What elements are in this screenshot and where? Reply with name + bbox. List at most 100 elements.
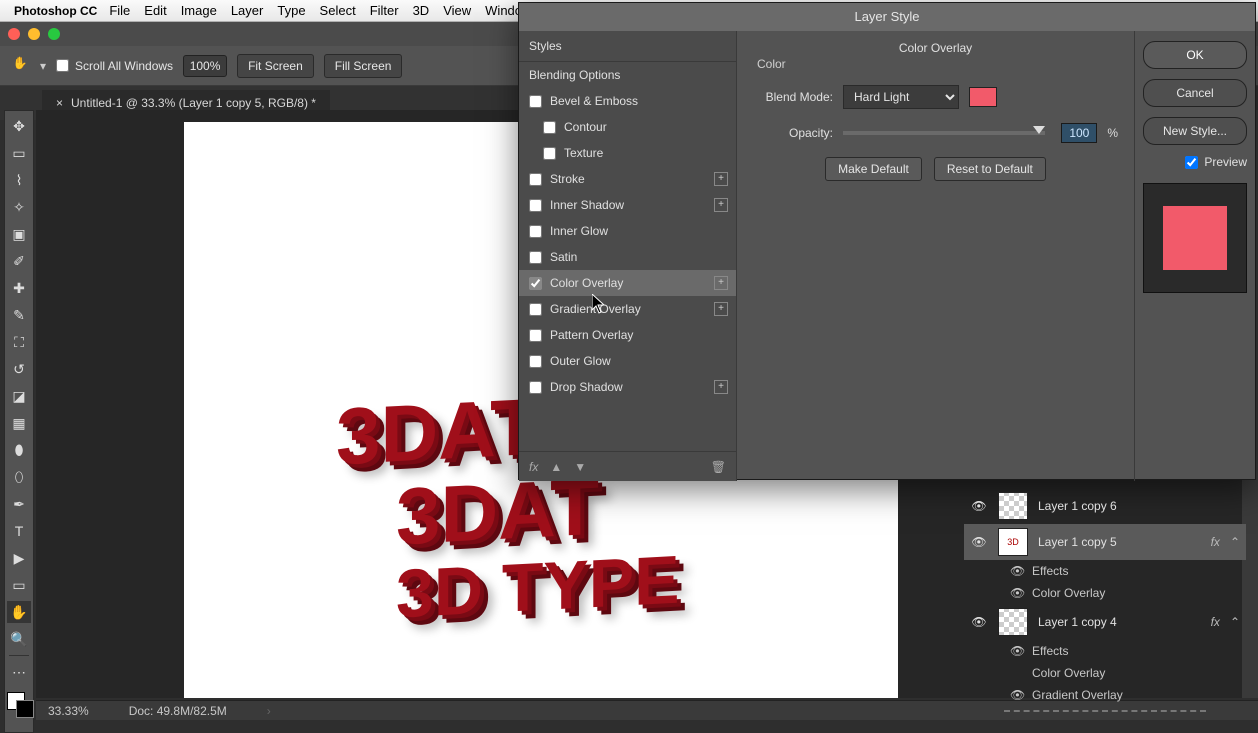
layer-effect-row[interactable]: 👁Color Overlay xyxy=(964,662,1246,684)
add-gradient-overlay-icon[interactable]: + xyxy=(714,302,728,316)
menu-layer[interactable]: Layer xyxy=(231,3,264,18)
menu-type[interactable]: Type xyxy=(277,3,305,18)
move-effect-up-icon[interactable]: ▲ xyxy=(550,460,562,474)
clone-stamp-tool-icon[interactable]: ⛶ xyxy=(7,331,31,353)
color-overlay-row[interactable]: Color Overlay+ xyxy=(519,270,736,296)
ok-button[interactable]: OK xyxy=(1143,41,1247,69)
styles-header[interactable]: Styles xyxy=(519,31,736,62)
visibility-icon[interactable]: 👁 xyxy=(1010,564,1024,578)
crop-tool-icon[interactable]: ▣ xyxy=(7,223,31,245)
texture-checkbox[interactable] xyxy=(543,147,556,160)
zoom-tool-icon[interactable]: 🔍 xyxy=(7,628,31,650)
menu-file[interactable]: File xyxy=(109,3,130,18)
gradient-tool-icon[interactable]: ▦ xyxy=(7,412,31,434)
hand-tool-icon[interactable]: ✋ xyxy=(7,601,31,623)
window-minimize-icon[interactable] xyxy=(28,28,40,40)
fill-screen-button[interactable]: Fill Screen xyxy=(324,54,403,78)
dodge-tool-icon[interactable]: ⬯ xyxy=(7,466,31,488)
layer-thumbnail[interactable] xyxy=(998,492,1028,520)
hand-tool-icon[interactable]: ✋ xyxy=(10,56,30,76)
healing-brush-tool-icon[interactable]: ✚ xyxy=(7,277,31,299)
pattern-overlay-row[interactable]: Pattern Overlay xyxy=(519,322,736,348)
visibility-icon[interactable]: 👁 xyxy=(1010,688,1024,702)
bevel-emboss-checkbox[interactable] xyxy=(529,95,542,108)
type-tool-icon[interactable]: T xyxy=(7,520,31,542)
add-inner-shadow-icon[interactable]: + xyxy=(714,198,728,212)
edit-toolbar-icon[interactable]: ⋯ xyxy=(7,661,31,683)
visibility-icon[interactable]: 👁 xyxy=(970,499,988,513)
texture-row[interactable]: Texture xyxy=(519,140,736,166)
opacity-slider[interactable] xyxy=(843,131,1045,135)
layer-row[interactable]: 👁 Layer 1 copy 6 xyxy=(964,488,1246,524)
status-zoom[interactable]: 33.33% xyxy=(48,704,89,718)
contour-row[interactable]: Contour xyxy=(519,114,736,140)
status-doc-size[interactable]: Doc: 49.8M/82.5M xyxy=(129,704,227,718)
overlay-color-swatch[interactable] xyxy=(969,87,997,107)
collapse-effects-icon[interactable]: ⌃ xyxy=(1230,535,1240,549)
magic-wand-tool-icon[interactable]: ✧ xyxy=(7,196,31,218)
gradient-overlay-checkbox[interactable] xyxy=(529,303,542,316)
layer-name[interactable]: Layer 1 copy 5 xyxy=(1038,535,1117,549)
rectangle-tool-icon[interactable]: ▭ xyxy=(7,574,31,596)
zoom-level-input[interactable] xyxy=(183,55,227,77)
color-overlay-checkbox[interactable] xyxy=(529,277,542,290)
menu-3d[interactable]: 3D xyxy=(413,3,430,18)
make-default-button[interactable]: Make Default xyxy=(825,157,922,181)
layer-effect-row[interactable]: 👁Effects xyxy=(964,560,1246,582)
menu-image[interactable]: Image xyxy=(181,3,217,18)
layer-row[interactable]: 👁 3D Layer 1 copy 5 fx ⌃ xyxy=(964,524,1246,560)
contour-checkbox[interactable] xyxy=(543,121,556,134)
close-tab-icon[interactable]: × xyxy=(56,96,63,110)
layer-fx-badge[interactable]: fx xyxy=(1211,615,1220,629)
inner-shadow-row[interactable]: Inner Shadow+ xyxy=(519,192,736,218)
menu-edit[interactable]: Edit xyxy=(144,3,166,18)
background-color-swatch[interactable] xyxy=(16,700,34,718)
inner-glow-checkbox[interactable] xyxy=(529,225,542,238)
blur-tool-icon[interactable]: ⬮ xyxy=(7,439,31,461)
visibility-icon[interactable]: 👁 xyxy=(1010,644,1024,658)
tool-preset-chevron-icon[interactable]: ▾ xyxy=(40,59,46,73)
window-close-icon[interactable] xyxy=(8,28,20,40)
outer-glow-checkbox[interactable] xyxy=(529,355,542,368)
layer-fx-badge[interactable]: fx xyxy=(1211,535,1220,549)
drop-shadow-checkbox[interactable] xyxy=(529,381,542,394)
layer-effect-row[interactable]: 👁Effects xyxy=(964,640,1246,662)
pattern-overlay-checkbox[interactable] xyxy=(529,329,542,342)
new-style-button[interactable]: New Style... xyxy=(1143,117,1247,145)
layer-name[interactable]: Layer 1 copy 4 xyxy=(1038,615,1117,629)
path-selection-tool-icon[interactable]: ▶ xyxy=(7,547,31,569)
add-color-overlay-icon[interactable]: + xyxy=(714,276,728,290)
cancel-button[interactable]: Cancel xyxy=(1143,79,1247,107)
history-brush-tool-icon[interactable]: ↺ xyxy=(7,358,31,380)
marquee-tool-icon[interactable]: ▭ xyxy=(7,142,31,164)
layer-row[interactable]: 👁 Layer 1 copy 4 fx ⌃ xyxy=(964,604,1246,640)
status-flyout-icon[interactable]: › xyxy=(267,704,271,718)
blend-mode-select[interactable]: Hard Light xyxy=(843,85,959,109)
scroll-all-windows-checkbox[interactable]: Scroll All Windows xyxy=(56,59,173,73)
blending-options-row[interactable]: Blending Options xyxy=(519,62,736,88)
layer-effect-row[interactable]: 👁Color Overlay xyxy=(964,582,1246,604)
fit-screen-button[interactable]: Fit Screen xyxy=(237,54,314,78)
add-stroke-icon[interactable]: + xyxy=(714,172,728,186)
move-tool-icon[interactable]: ✥ xyxy=(7,115,31,137)
add-drop-shadow-icon[interactable]: + xyxy=(714,380,728,394)
satin-row[interactable]: Satin xyxy=(519,244,736,270)
opacity-input[interactable] xyxy=(1061,123,1097,143)
bevel-emboss-row[interactable]: Bevel & Emboss xyxy=(519,88,736,114)
app-name[interactable]: Photoshop CC xyxy=(14,4,97,18)
menu-filter[interactable]: Filter xyxy=(370,3,399,18)
layer-thumbnail[interactable]: 3D xyxy=(998,528,1028,556)
reset-to-default-button[interactable]: Reset to Default xyxy=(934,157,1046,181)
drop-shadow-row[interactable]: Drop Shadow+ xyxy=(519,374,736,400)
lasso-tool-icon[interactable]: ⌇ xyxy=(7,169,31,191)
collapse-effects-icon[interactable]: ⌃ xyxy=(1230,615,1240,629)
brush-tool-icon[interactable]: ✎ xyxy=(7,304,31,326)
menu-view[interactable]: View xyxy=(443,3,471,18)
eyedropper-tool-icon[interactable]: ✐ xyxy=(7,250,31,272)
stroke-row[interactable]: Stroke+ xyxy=(519,166,736,192)
layer-effect-row[interactable]: 👁Gradient Overlay xyxy=(964,684,1246,706)
visibility-icon[interactable]: 👁 xyxy=(1010,586,1024,600)
inner-shadow-checkbox[interactable] xyxy=(529,199,542,212)
visibility-icon[interactable]: 👁 xyxy=(970,535,988,549)
slider-handle-icon[interactable] xyxy=(1033,126,1045,134)
